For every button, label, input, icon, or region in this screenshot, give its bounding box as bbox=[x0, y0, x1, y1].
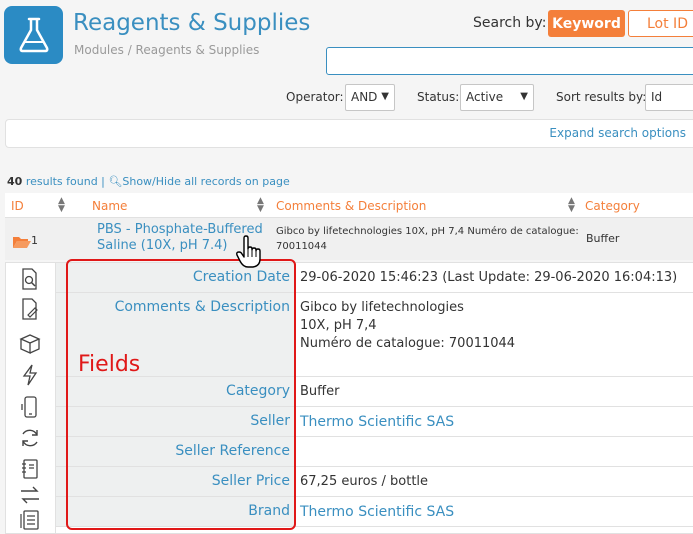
status-select[interactable]: Active ▼ bbox=[460, 84, 534, 111]
operator-select[interactable]: AND ▼ bbox=[345, 84, 395, 111]
keyword-button[interactable]: Keyword bbox=[548, 10, 625, 37]
mobile-device-icon[interactable] bbox=[18, 395, 42, 419]
notebook-icon[interactable] bbox=[18, 457, 42, 481]
status-label: Status: bbox=[417, 90, 460, 104]
sort-label: Sort results by: bbox=[556, 90, 647, 104]
operator-value: AND bbox=[351, 90, 378, 104]
folder-open-icon[interactable] bbox=[12, 234, 32, 253]
search-input[interactable] bbox=[326, 47, 693, 75]
list-document-icon[interactable] bbox=[18, 508, 42, 532]
sort-icon[interactable]: ▲ ▼ bbox=[58, 197, 65, 214]
sort-icon[interactable]: ▲ ▼ bbox=[568, 197, 575, 214]
box-icon[interactable] bbox=[18, 332, 42, 356]
page-title: Reagents & Supplies bbox=[73, 10, 311, 36]
comments-line: Numéro de catalogue: 70011044 bbox=[300, 336, 516, 351]
row-category: Buffer bbox=[586, 232, 620, 245]
column-header-name[interactable]: Name bbox=[92, 199, 127, 213]
view-document-icon[interactable] bbox=[18, 267, 42, 291]
lot-id-button[interactable]: Lot ID bbox=[628, 10, 693, 37]
chevron-down-icon: ▼ bbox=[381, 91, 389, 102]
search-options-bar: Expand search options bbox=[5, 119, 693, 148]
table-header: ID ▲ ▼ Name ▲ ▼ Comments & Description ▲ ▼ … bbox=[5, 193, 693, 218]
row-id: 1 bbox=[31, 234, 38, 247]
fields-annotation-label: Fields bbox=[78, 352, 141, 377]
table-row[interactable]: 1 PBS - Phosphate-Buffered Saline (10X, … bbox=[5, 218, 693, 260]
hand-cursor-icon bbox=[236, 235, 262, 273]
column-header-id[interactable]: ID bbox=[11, 199, 24, 213]
breadcrumb[interactable]: Modules / Reagents & Supplies bbox=[74, 43, 259, 57]
sort-select[interactable]: Id bbox=[645, 84, 693, 111]
row-comments: Gibco by lifetechnologies 10X, pH 7,4 Nu… bbox=[276, 226, 579, 252]
lightning-icon[interactable] bbox=[18, 363, 42, 387]
column-header-category[interactable]: Category bbox=[585, 199, 640, 213]
edit-document-icon[interactable] bbox=[18, 297, 42, 321]
transfer-icon[interactable] bbox=[18, 483, 42, 507]
status-value: Active bbox=[466, 90, 504, 104]
seller-link[interactable]: Thermo Scientific SAS bbox=[300, 413, 454, 431]
record-toolbar bbox=[6, 263, 56, 534]
comments-line: Gibco by lifetechnologies bbox=[300, 300, 464, 315]
results-found-text: results found | bbox=[25, 175, 105, 188]
column-header-comments[interactable]: Comments & Description bbox=[276, 199, 426, 213]
operator-label: Operator: bbox=[286, 90, 344, 104]
flask-icon bbox=[4, 6, 63, 64]
brand-link[interactable]: Thermo Scientific SAS bbox=[300, 503, 454, 521]
refresh-icon[interactable] bbox=[18, 426, 42, 450]
creation-date-value: 29-06-2020 15:46:23 (Last Update: 29-06-… bbox=[300, 270, 678, 285]
show-hide-all-link[interactable]: Show/Hide all records on page bbox=[122, 175, 289, 188]
expand-search-options-link[interactable]: Expand search options bbox=[549, 126, 686, 140]
search-by-label: Search by: bbox=[473, 15, 547, 31]
category-value: Buffer bbox=[300, 384, 340, 399]
sort-icon[interactable]: ▲ ▼ bbox=[257, 197, 264, 214]
fields-annotation-box bbox=[66, 259, 296, 530]
magnifier-icon: 🔍︎ bbox=[108, 175, 123, 188]
seller-price-value: 67,25 euros / bottle bbox=[300, 474, 429, 489]
comments-value: Gibco by lifetechnologies 10X, pH 7,4 Nu… bbox=[300, 299, 515, 353]
comments-line: 10X, pH 7,4 bbox=[300, 318, 377, 333]
chevron-down-icon: ▼ bbox=[520, 91, 528, 102]
results-count: 40 bbox=[7, 175, 23, 188]
results-summary: 40 results found | 🔍︎Show/Hide all recor… bbox=[7, 175, 290, 188]
sort-value: Id bbox=[651, 90, 663, 104]
